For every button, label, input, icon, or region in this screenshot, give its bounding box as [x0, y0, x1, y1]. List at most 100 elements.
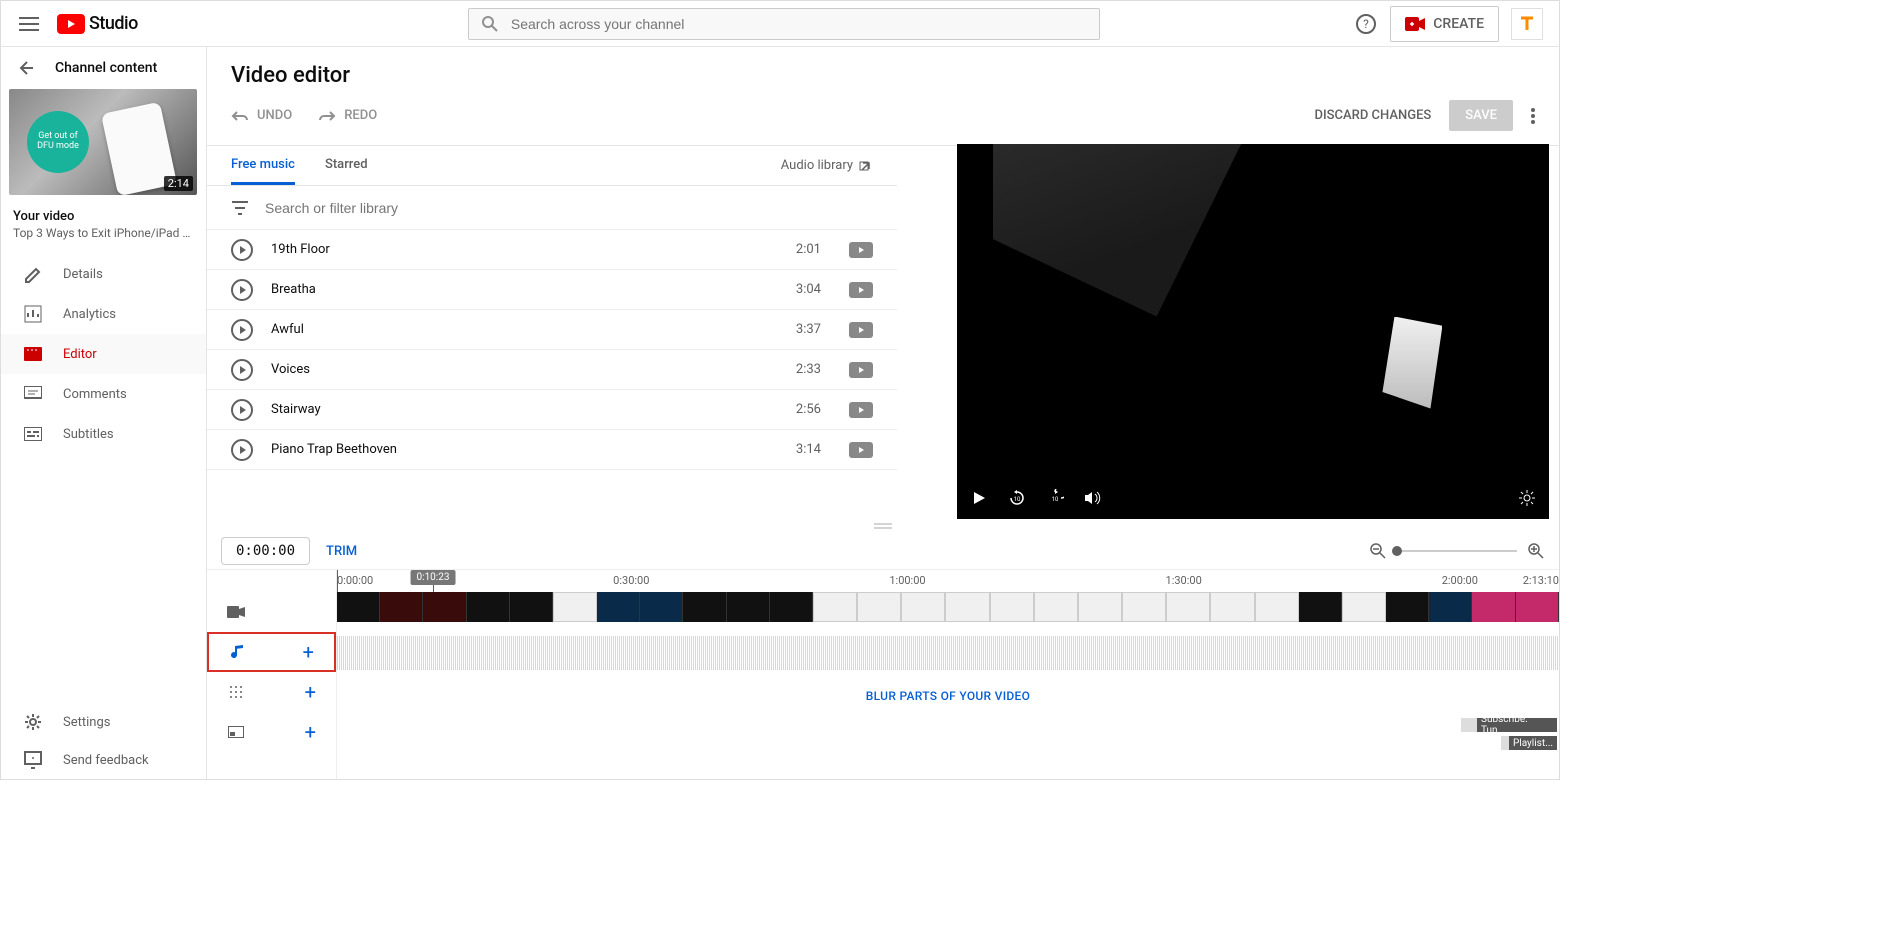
track-duration: 2:56 [796, 402, 821, 417]
track-row[interactable]: 19th Floor2:01 [207, 230, 897, 270]
yt-badge-icon [849, 322, 873, 338]
play-icon[interactable] [969, 488, 989, 508]
zoom-out-icon[interactable] [1369, 542, 1387, 560]
add-endscreen-button[interactable]: + [305, 720, 316, 744]
track-duration: 3:14 [796, 442, 821, 457]
redo-button[interactable]: REDO [318, 108, 377, 123]
details-icon [23, 264, 43, 284]
sidebar-item-analytics[interactable]: Analytics [1, 294, 206, 334]
track-endscreen-row[interactable]: + [207, 712, 336, 752]
create-icon [1405, 17, 1425, 31]
sidebar-item-editor[interactable]: Editor [1, 334, 206, 374]
play-track-button[interactable] [231, 239, 253, 261]
blur-placeholder[interactable]: BLUR PARTS OF YOUR VIDEO [337, 676, 1559, 716]
create-label: CREATE [1433, 16, 1484, 32]
video-subtitle: Top 3 Ways to Exit iPhone/iPad fro... [13, 226, 194, 240]
forward-10-icon[interactable]: 10 [1045, 488, 1065, 508]
discard-button[interactable]: DISCARD CHANGES [1315, 108, 1432, 123]
sidebar-item-send-feedback[interactable]: Send feedback [1, 741, 206, 779]
current-time[interactable]: 0:00:00 [221, 537, 310, 565]
play-track-button[interactable] [231, 439, 253, 461]
track-name: 19th Floor [271, 242, 778, 257]
redo-icon [318, 110, 336, 122]
track-name: Voices [271, 362, 778, 377]
camera-icon [227, 603, 245, 621]
video-thumbnail[interactable]: Get out of DFU mode 2:14 [9, 89, 197, 195]
add-blur-button[interactable]: + [305, 680, 316, 704]
audio-library-link[interactable]: Audio library [781, 158, 873, 173]
track-duration: 2:33 [796, 362, 821, 377]
sidebar-item-subtitles[interactable]: Subtitles [1, 414, 206, 454]
search-input[interactable] [511, 16, 1087, 32]
send-feedback-icon [23, 750, 43, 770]
yt-badge-icon [849, 242, 873, 258]
video-clip-strip[interactable] [337, 592, 1559, 622]
page-title: Video editor [207, 47, 1559, 88]
thumb-duration: 2:14 [164, 176, 193, 191]
video-player[interactable]: 10 10 [957, 144, 1549, 519]
undo-icon [231, 110, 249, 122]
more-menu[interactable] [1531, 108, 1535, 124]
play-track-button[interactable] [231, 399, 253, 421]
track-name: Awful [271, 322, 778, 337]
track-row[interactable]: Awful 3:37 [207, 310, 897, 350]
track-duration: 3:04 [796, 282, 821, 297]
zoom-in-icon[interactable] [1527, 542, 1545, 560]
thumb-bubble-text: Get out of DFU mode [27, 111, 89, 173]
time-marker[interactable]: 0:10:23 [411, 570, 456, 585]
settings-icon[interactable] [1517, 488, 1537, 508]
studio-logo[interactable]: Studio [57, 13, 138, 34]
resize-handle[interactable] [207, 519, 1559, 533]
track-row[interactable]: Piano Trap Beethoven 3:14 [207, 430, 897, 470]
back-label: Channel content [55, 60, 157, 76]
track-audio-row[interactable]: + [207, 632, 336, 672]
add-audio-button[interactable]: + [303, 640, 314, 664]
track-row[interactable]: Voices 2:33 [207, 350, 897, 390]
avatar-icon [1518, 15, 1536, 33]
track-name: Stairway [271, 402, 778, 417]
tab-starred[interactable]: Starred [325, 146, 368, 185]
yt-badge-icon [849, 402, 873, 418]
trim-button[interactable]: TRIM [326, 544, 357, 559]
filter-icon[interactable] [231, 201, 249, 215]
help-icon[interactable]: ? [1354, 12, 1378, 36]
blur-grid-icon [227, 683, 245, 701]
play-track-button[interactable] [231, 279, 253, 301]
endscreen-chip-subscribe[interactable]: Subscribe: Tun... [1477, 718, 1557, 732]
ruler-tick: 1:00:00 [889, 574, 925, 587]
track-video-row [207, 592, 336, 632]
external-link-icon [859, 159, 873, 173]
undo-button[interactable]: UNDO [231, 108, 292, 123]
sidebar-item-comments[interactable]: Comments [1, 374, 206, 414]
audio-waveform[interactable] [337, 636, 1559, 670]
logo-text: Studio [89, 13, 138, 34]
subtitles-icon [23, 424, 43, 444]
track-duration: 3:37 [796, 322, 821, 337]
track-row[interactable]: Stairway 2:56 [207, 390, 897, 430]
settings-icon [23, 712, 43, 732]
track-name: Breatha [271, 282, 778, 297]
endscreen-track[interactable]: Subscribe: Tun... Playlist... [337, 716, 1559, 756]
hamburger-menu[interactable] [17, 12, 41, 36]
endscreen-chip-playlist[interactable]: Playlist... [1509, 736, 1557, 750]
account-avatar[interactable] [1511, 8, 1543, 40]
library-search-input[interactable] [265, 200, 873, 216]
track-row[interactable]: Breatha 3:04 [207, 270, 897, 310]
svg-text:10: 10 [1014, 496, 1021, 503]
track-name: Piano Trap Beethoven [271, 442, 778, 457]
rewind-10-icon[interactable]: 10 [1007, 488, 1027, 508]
ruler-tick: 0:30:00 [613, 574, 649, 587]
back-button[interactable] [13, 56, 37, 80]
play-track-button[interactable] [231, 359, 253, 381]
global-search[interactable] [468, 8, 1100, 40]
create-button[interactable]: CREATE [1390, 6, 1499, 42]
zoom-slider[interactable] [1397, 550, 1517, 552]
ruler-tick: 2:00:00 [1442, 574, 1478, 587]
volume-icon[interactable] [1083, 488, 1103, 508]
sidebar-item-details[interactable]: Details [1, 254, 206, 294]
play-track-button[interactable] [231, 319, 253, 341]
sidebar-item-settings[interactable]: Settings [1, 703, 206, 741]
ruler-tick: 0:00:00 [337, 574, 373, 587]
tab-free-music[interactable]: Free music [231, 146, 295, 185]
track-blur-row[interactable]: + [207, 672, 336, 712]
